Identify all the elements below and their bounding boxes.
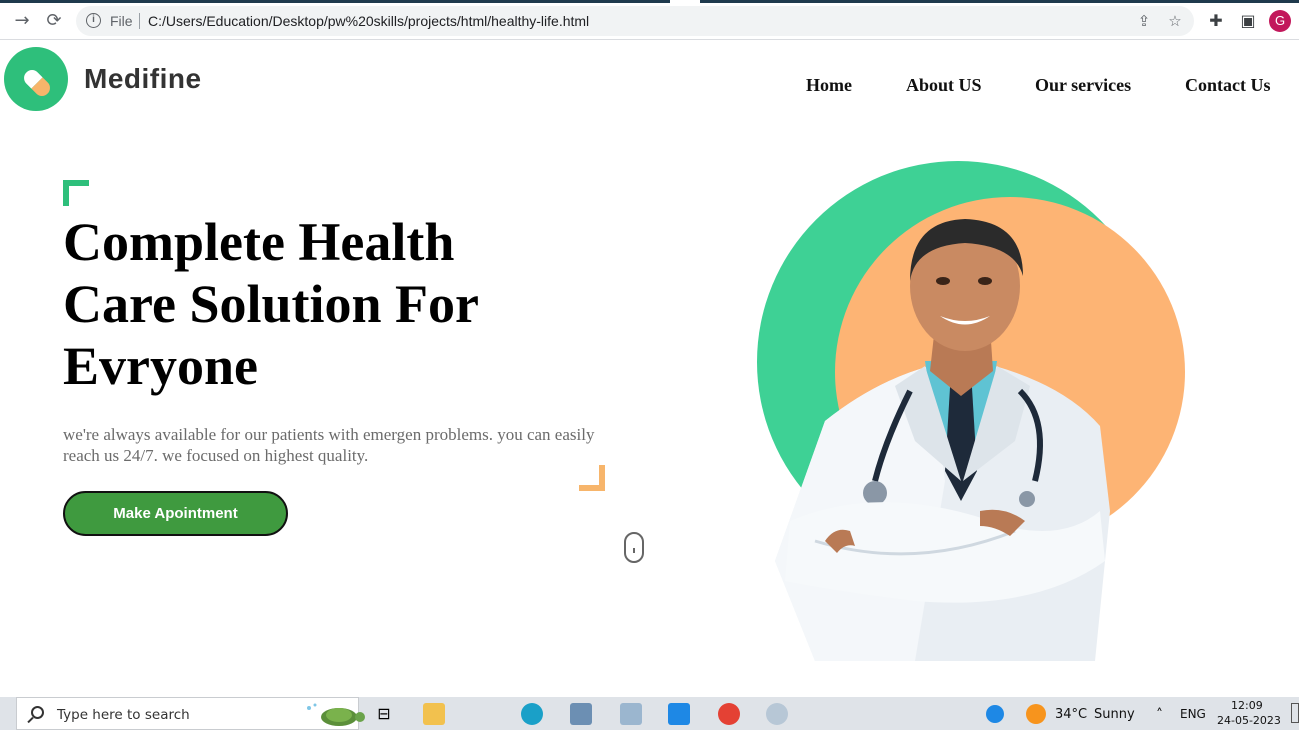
file-scheme-label: File	[110, 13, 133, 29]
back-arrow-icon[interactable]: →	[10, 9, 34, 33]
nav-home[interactable]: Home	[806, 75, 852, 96]
notification-icon[interactable]	[1291, 703, 1299, 723]
brand-name[interactable]: Medifine	[84, 63, 202, 95]
edge-browser-icon[interactable]	[521, 703, 543, 725]
network-app-icon[interactable]	[570, 703, 592, 725]
chevron-up-icon[interactable]: ˄	[1156, 707, 1163, 723]
search-icon	[31, 706, 44, 719]
chrome-icon[interactable]	[718, 703, 740, 725]
weather-sun-icon[interactable]	[1026, 704, 1046, 724]
address-bar[interactable]: i File C:/Users/Education/Desktop/pw%20s…	[76, 6, 1194, 36]
extensions-puzzle-icon[interactable]: ✚	[1206, 11, 1226, 31]
hero-title-line-1: Complete Health	[63, 212, 455, 272]
tab-strip-edge	[0, 0, 1299, 3]
clock-time[interactable]: 12:09	[1231, 699, 1263, 712]
windows-taskbar: Type here to search ⊟ 34°C Sunny ˄ ENG 1…	[0, 697, 1299, 730]
taskbar-search-box[interactable]: Type here to search	[16, 697, 365, 730]
laptop-app-icon[interactable]	[620, 703, 642, 725]
info-icon[interactable]: i	[86, 13, 101, 28]
language-indicator[interactable]: ENG	[1180, 707, 1206, 721]
browser-toolbar: → ⟳ i File C:/Users/Education/Desktop/pw…	[0, 0, 1299, 40]
scroll-mouse-icon[interactable]	[624, 532, 644, 563]
decor-corner-orange	[579, 465, 605, 491]
address-separator	[139, 13, 140, 29]
nav-our-services[interactable]: Our services	[1035, 75, 1131, 96]
reload-icon[interactable]: ⟳	[42, 9, 66, 33]
url-text[interactable]: C:/Users/Education/Desktop/pw%20skills/p…	[148, 13, 589, 29]
nav-contact-us[interactable]: Contact Us	[1185, 75, 1271, 96]
web-page: Medifine Home About US Our services Cont…	[0, 41, 1299, 697]
weather-temperature[interactable]: 34°C	[1055, 707, 1087, 722]
nav-about-us[interactable]: About US	[906, 75, 982, 96]
turtle-illustration-icon	[307, 703, 365, 726]
bookmark-star-icon[interactable]: ☆	[1166, 12, 1184, 30]
share-icon[interactable]: ⇪	[1135, 12, 1153, 30]
vscode-icon[interactable]	[668, 703, 690, 725]
hero-title-line-2: Care Solution For	[63, 274, 479, 334]
hero-title-line-3: Evryone	[63, 336, 258, 396]
clock-date[interactable]: 24-05-2023	[1217, 714, 1281, 727]
profile-avatar[interactable]: G	[1269, 10, 1291, 32]
weather-description[interactable]: Sunny	[1094, 707, 1135, 722]
hero-description: we're always available for our patients …	[63, 425, 595, 465]
logo[interactable]	[4, 47, 68, 111]
make-appointment-button[interactable]: Make Apointment	[63, 491, 288, 536]
doctor-image	[775, 219, 1110, 661]
decor-corner-green	[63, 180, 89, 206]
help-icon[interactable]	[986, 705, 1004, 723]
file-explorer-icon[interactable]	[423, 703, 445, 725]
side-panel-icon[interactable]: ▣	[1238, 11, 1258, 31]
settings-app-icon[interactable]	[766, 703, 788, 725]
pill-icon	[20, 66, 54, 100]
hero-title: Complete Health Care Solution For Evryon…	[63, 211, 623, 397]
task-view-icon[interactable]: ⊟	[373, 703, 395, 725]
taskbar-search-placeholder: Type here to search	[57, 707, 190, 723]
